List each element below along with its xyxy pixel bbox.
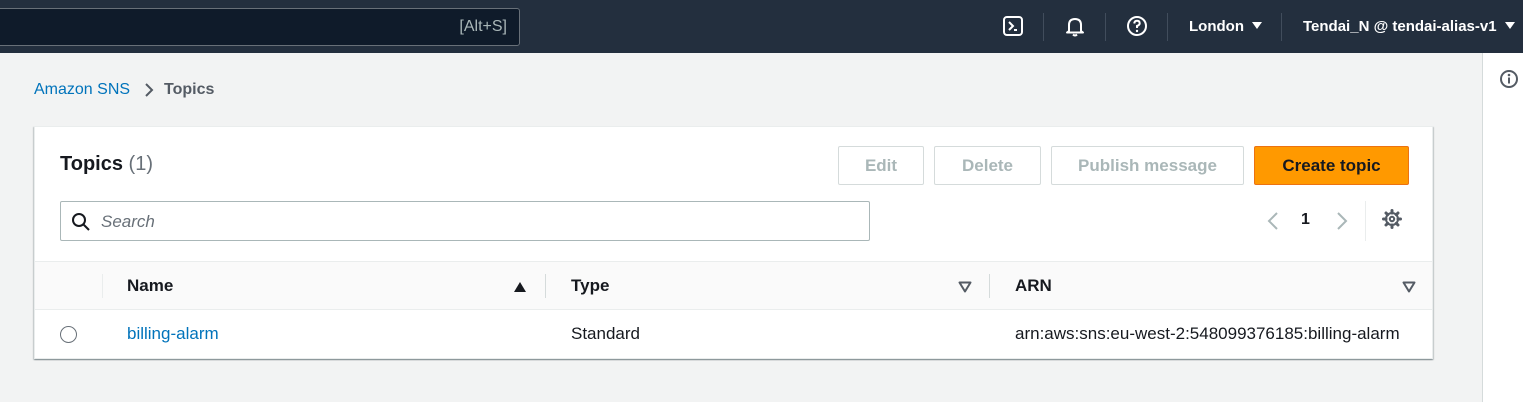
topic-count: (1) [128, 153, 153, 175]
topic-name-link[interactable]: billing-alarm [127, 324, 219, 344]
column-header-name[interactable]: Name [127, 276, 173, 296]
top-navigation: [Alt+S] London Tendai_N @ tendai-alias-v… [0, 0, 1523, 53]
page-number[interactable]: 1 [1301, 211, 1310, 229]
column-divider [102, 274, 103, 298]
create-topic-button[interactable]: Create topic [1254, 146, 1409, 185]
column-divider[interactable] [545, 274, 546, 298]
column-header-arn[interactable]: ARN [1015, 276, 1052, 296]
nav-divider [1167, 13, 1168, 41]
panel-title-text: Topics [60, 153, 123, 175]
topics-panel: Topics (1) Edit Delete Publish message C… [34, 126, 1433, 359]
account-menu[interactable]: Tendai_N @ tendai-alias-v1 [1303, 18, 1515, 35]
next-page-button[interactable] [1332, 207, 1352, 235]
search-placeholder: Search [101, 212, 155, 231]
pager-divider [1365, 201, 1366, 241]
previous-page-button[interactable] [1263, 207, 1283, 235]
column-header-type[interactable]: Type [571, 276, 609, 296]
chevron-right-icon [144, 82, 154, 98]
breadcrumb-amazon-sns[interactable]: Amazon SNS [34, 81, 130, 99]
bell-icon[interactable] [1063, 14, 1087, 38]
global-search-input[interactable]: [Alt+S] [0, 8, 520, 46]
delete-button[interactable]: Delete [934, 146, 1041, 185]
topic-arn: arn:aws:sns:eu-west-2:548099376185:billi… [1015, 324, 1400, 343]
nav-divider [1043, 13, 1044, 41]
region-selector[interactable]: London [1189, 18, 1262, 35]
search-input[interactable]: Search [60, 201, 870, 241]
account-label: Tendai_N @ tendai-alias-v1 [1303, 18, 1497, 35]
sort-down-icon[interactable] [1402, 280, 1416, 293]
search-icon [71, 212, 91, 232]
sort-ascending-icon[interactable] [513, 280, 527, 292]
nav-divider [1281, 13, 1282, 41]
row-select-radio[interactable] [60, 326, 77, 343]
publish-message-button[interactable]: Publish message [1051, 146, 1244, 185]
tools-rail [1482, 53, 1523, 402]
column-divider[interactable] [989, 274, 990, 298]
table-header: Name Type ARN [35, 261, 1432, 310]
panel-title: Topics (1) [60, 153, 153, 176]
sort-down-icon[interactable] [958, 280, 972, 293]
gear-icon [1381, 208, 1403, 235]
nav-divider [1105, 13, 1106, 41]
table-row[interactable]: billing-alarm Standard arn:aws:sns:eu-we… [35, 310, 1432, 358]
breadcrumb-topics: Topics [164, 81, 215, 98]
info-icon[interactable] [1499, 69, 1519, 89]
breadcrumb: Amazon SNS Topics [34, 81, 214, 99]
region-label: London [1189, 18, 1244, 35]
search-shortcut-hint: [Alt+S] [459, 18, 507, 35]
edit-button[interactable]: Edit [838, 146, 924, 185]
chevron-down-icon [1251, 22, 1262, 29]
chevron-down-icon [1504, 22, 1515, 29]
cloudshell-icon[interactable] [1001, 14, 1025, 38]
help-icon[interactable] [1125, 14, 1149, 38]
topic-type: Standard [571, 324, 640, 343]
preferences-button[interactable] [1380, 207, 1404, 235]
